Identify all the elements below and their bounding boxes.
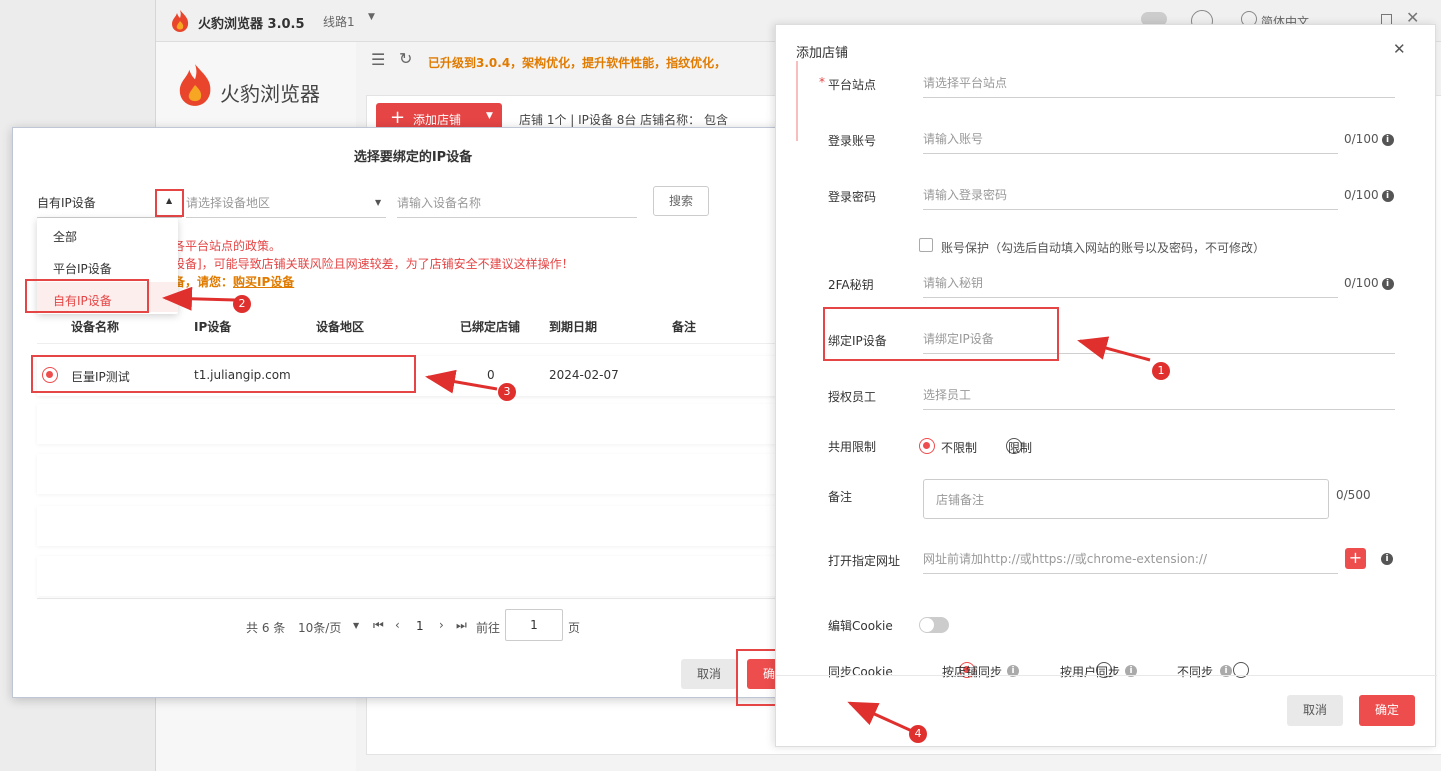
arrow-4 bbox=[847, 701, 913, 733]
annotation-arrows bbox=[162, 286, 1151, 733]
annotation-badge-4: 4 bbox=[909, 725, 927, 743]
annotation-badge-1: 1 bbox=[1152, 362, 1170, 380]
annotation-badge-3: 3 bbox=[498, 383, 516, 401]
arrow-3 bbox=[425, 369, 498, 394]
arrow-1 bbox=[1077, 336, 1151, 362]
arrow-2 bbox=[162, 286, 236, 311]
annotation-badge-2: 2 bbox=[233, 295, 251, 313]
